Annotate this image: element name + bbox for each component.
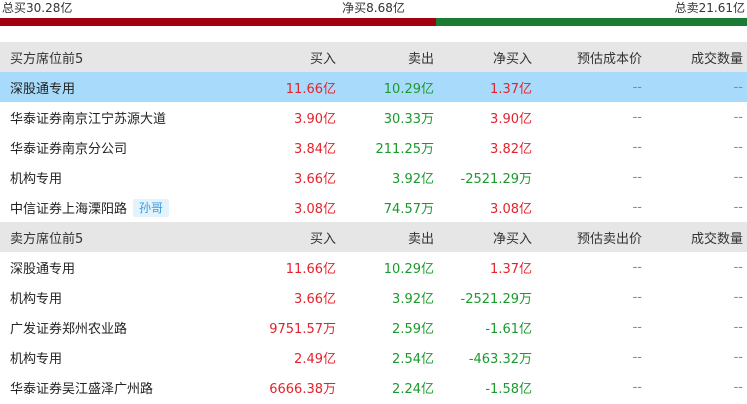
buy-header-seat: 买方席位前5 <box>0 42 250 72</box>
estimated-sell-price: -- <box>632 259 642 275</box>
sell-amount: 2.54亿 <box>392 351 434 367</box>
sell-header-price: 预估卖出价 <box>536 222 646 252</box>
buy-amount: 3.08亿 <box>294 201 336 217</box>
estimated-sell-price: -- <box>632 349 642 365</box>
table-row[interactable]: 广发证券郑州农业路 9751.57万 2.59亿 -1.61亿 -- -- <box>0 312 747 342</box>
sell-amount: 2.24亿 <box>392 381 434 397</box>
sell-header-row: 卖方席位前5 买入 卖出 净买入 预估卖出价 成交数量 <box>0 222 747 252</box>
volume: -- <box>646 72 747 102</box>
sell-header-seat: 卖方席位前5 <box>0 222 250 252</box>
seat-name: 华泰证券南京分公司 <box>10 141 128 157</box>
volume: -- <box>733 379 743 395</box>
seat-name: 中信证券上海溧阳路 <box>10 201 128 217</box>
buy-amount: 11.66亿 <box>285 261 336 277</box>
seat-name: 机构专用 <box>10 171 63 187</box>
sell-header-net: 净买入 <box>438 222 536 252</box>
seat-name: 华泰证券吴江盛泽广州路 <box>10 381 154 397</box>
buy-amount: 3.66亿 <box>294 171 336 187</box>
buy-ratio-fill <box>0 18 437 26</box>
sell-amount: 10.29亿 <box>383 261 434 277</box>
sell-amount: 10.29亿 <box>340 72 438 102</box>
table-row[interactable]: 深股通专用 11.66亿 10.29亿 1.37亿 -- -- <box>0 72 747 102</box>
estimated-cost: -- <box>632 109 642 125</box>
seat-name: 深股通专用 <box>0 72 250 102</box>
seat-table: 买方席位前5 买入 卖出 净买入 预估成本价 成交数量 深股通专用 11.66亿… <box>0 42 747 402</box>
sell-header-buy: 买入 <box>250 222 340 252</box>
buy-header-sell: 卖出 <box>340 42 438 72</box>
net-amount: -463.32万 <box>468 351 532 367</box>
volume: -- <box>733 169 743 185</box>
buy-amount: 11.66亿 <box>250 72 340 102</box>
net-amount: 3.82亿 <box>490 141 532 157</box>
table-row[interactable]: 机构专用 3.66亿 3.92亿 -2521.29万 -- -- <box>0 162 747 192</box>
estimated-sell-price: -- <box>632 289 642 305</box>
buy-sell-ratio-bar <box>0 18 747 26</box>
estimated-cost: -- <box>632 199 642 215</box>
sell-amount: 2.59亿 <box>392 321 434 337</box>
table-row[interactable]: 华泰证券南京分公司 3.84亿 211.25万 3.82亿 -- -- <box>0 132 747 162</box>
table-row[interactable]: 中信证券上海溧阳路 孙哥 3.08亿 74.57万 3.08亿 -- -- <box>0 192 747 222</box>
table-row[interactable]: 华泰证券吴江盛泽广州路 6666.38万 2.24亿 -1.58亿 -- -- <box>0 372 747 402</box>
net-amount: 3.90亿 <box>490 111 532 127</box>
sell-amount: 3.92亿 <box>392 291 434 307</box>
volume: -- <box>733 349 743 365</box>
sell-header-volume: 成交数量 <box>646 222 747 252</box>
table-row[interactable]: 机构专用 3.66亿 3.92亿 -2521.29万 -- -- <box>0 282 747 312</box>
volume: -- <box>733 319 743 335</box>
trader-tag[interactable]: 孙哥 <box>133 198 170 217</box>
net-amount: 3.08亿 <box>490 201 532 217</box>
estimated-cost: -- <box>632 139 642 155</box>
table-row[interactable]: 机构专用 2.49亿 2.54亿 -463.32万 -- -- <box>0 342 747 372</box>
total-sell-label: 总卖21.61亿 <box>674 1 745 15</box>
buy-amount: 3.66亿 <box>294 291 336 307</box>
seat-name: 深股通专用 <box>10 261 76 277</box>
summary-header: 总买30.28亿 净买8.68亿 总卖21.61亿 <box>0 0 747 18</box>
buy-amount: 3.84亿 <box>294 141 336 157</box>
net-amount: -1.58亿 <box>485 381 532 397</box>
net-amount: 1.37亿 <box>438 72 536 102</box>
estimated-cost: -- <box>536 72 646 102</box>
volume: -- <box>733 139 743 155</box>
sell-header-sell: 卖出 <box>340 222 438 252</box>
sell-amount: 30.33万 <box>383 111 434 127</box>
sell-amount: 3.92亿 <box>392 171 434 187</box>
seat-name: 机构专用 <box>10 291 63 307</box>
sell-amount: 211.25万 <box>375 141 435 157</box>
buy-amount: 9751.57万 <box>269 321 336 337</box>
buy-amount: 3.90亿 <box>294 111 336 127</box>
buy-header-row: 买方席位前5 买入 卖出 净买入 预估成本价 成交数量 <box>0 42 747 72</box>
seat-name: 广发证券郑州农业路 <box>10 321 128 337</box>
buy-header-volume: 成交数量 <box>646 42 747 72</box>
volume: -- <box>733 109 743 125</box>
buy-amount: 2.49亿 <box>294 351 336 367</box>
seat-name: 华泰证券南京江宁苏源大道 <box>10 111 167 127</box>
buy-header-buy: 买入 <box>250 42 340 72</box>
sell-ratio-fill <box>436 18 747 26</box>
seat-name: 机构专用 <box>10 351 63 367</box>
seat-name-cell: 中信证券上海溧阳路 孙哥 <box>0 192 250 222</box>
table-row[interactable]: 华泰证券南京江宁苏源大道 3.90亿 30.33万 3.90亿 -- -- <box>0 102 747 132</box>
net-amount: -2521.29万 <box>460 291 532 307</box>
estimated-sell-price: -- <box>632 319 642 335</box>
sell-amount: 74.57万 <box>383 201 434 217</box>
estimated-cost: -- <box>632 169 642 185</box>
estimated-sell-price: -- <box>632 379 642 395</box>
buy-header-net: 净买入 <box>438 42 536 72</box>
volume: -- <box>733 259 743 275</box>
buy-amount: 6666.38万 <box>269 381 336 397</box>
net-amount: -1.61亿 <box>485 321 532 337</box>
table-row[interactable]: 深股通专用 11.66亿 10.29亿 1.37亿 -- -- <box>0 252 747 282</box>
net-amount: -2521.29万 <box>460 171 532 187</box>
buy-header-price: 预估成本价 <box>536 42 646 72</box>
volume: -- <box>733 199 743 215</box>
volume: -- <box>733 289 743 305</box>
net-buy-label: 净买8.68亿 <box>342 1 405 15</box>
net-amount: 1.37亿 <box>490 261 532 277</box>
